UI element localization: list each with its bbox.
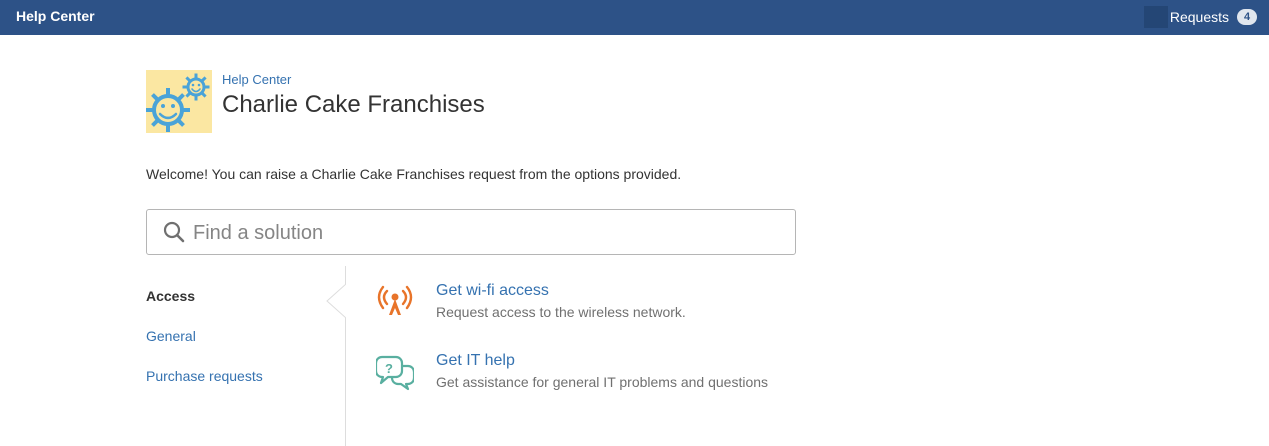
request-type-wifi-access[interactable]: Get wi-fi access Request access to the w…: [376, 282, 856, 328]
gear-smiley-logo-icon: [146, 73, 210, 132]
request-type-title[interactable]: Get IT help: [436, 352, 515, 370]
breadcrumb-help-center[interactable]: Help Center: [222, 72, 291, 87]
search-box[interactable]: [146, 209, 796, 255]
requests-count-badge: 4: [1237, 9, 1257, 25]
request-type-title[interactable]: Get wi-fi access: [436, 282, 549, 300]
group-purchase-requests[interactable]: Purchase requests: [146, 368, 263, 384]
request-type-description: Get assistance for general IT problems a…: [436, 374, 769, 390]
search-icon: [163, 221, 185, 243]
search-input[interactable]: [191, 216, 785, 250]
request-type-it-help[interactable]: ? Get IT help Get assistance for general…: [376, 352, 856, 398]
welcome-message: Welcome! You can raise a Charlie Cake Fr…: [146, 166, 682, 182]
help-center-home-link[interactable]: Help Center: [16, 7, 95, 25]
group-general[interactable]: General: [146, 328, 196, 344]
request-type-description: Request access to the wireless network.: [436, 304, 686, 320]
portal-logo: [146, 70, 212, 133]
svg-text:?: ?: [385, 361, 393, 376]
requests-button[interactable]: Requests 4: [1143, 6, 1257, 28]
page-title: Charlie Cake Franchises: [222, 91, 485, 118]
requests-highlight: [1143, 6, 1168, 28]
group-access[interactable]: Access: [146, 288, 195, 304]
active-group-pointer: [326, 284, 346, 318]
wifi-tower-icon: [377, 285, 413, 315]
chat-question-icon: ?: [376, 355, 414, 391]
top-nav-bar: Help Center Requests 4: [0, 0, 1269, 35]
requests-label: Requests: [1169, 9, 1229, 25]
